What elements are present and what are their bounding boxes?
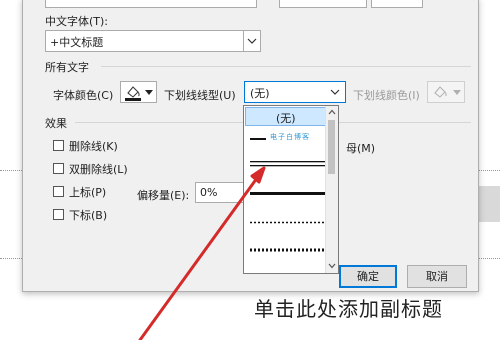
annotation-arrow-icon xyxy=(138,166,266,340)
